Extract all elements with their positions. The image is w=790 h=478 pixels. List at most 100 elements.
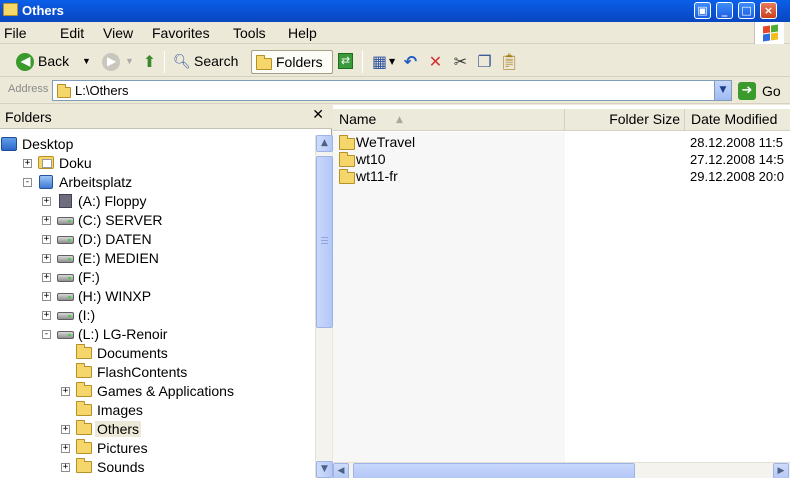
views-icon[interactable]: ▦ xyxy=(371,53,388,70)
address-label: Address xyxy=(8,83,49,95)
expand-icon[interactable]: + xyxy=(42,292,51,301)
tree-item[interactable]: + (I:) xyxy=(0,306,315,325)
menu-favorites[interactable]: Favorites xyxy=(152,25,210,41)
delete-icon[interactable]: ✕ xyxy=(427,53,444,70)
tree-item[interactable]: + Sounds xyxy=(0,458,315,477)
tree-item-label: Pictures xyxy=(97,440,148,456)
scroll-up-button[interactable]: ▲ xyxy=(316,135,333,152)
horizontal-scrollbar[interactable]: ◀ ▶ xyxy=(333,462,790,478)
tree-vertical-scrollbar[interactable]: ▲ ▼ xyxy=(315,135,333,478)
folder-icon xyxy=(76,401,93,417)
tree-item-label: (D:) DATEN xyxy=(78,231,152,247)
menu-edit[interactable]: Edit xyxy=(60,25,84,41)
file-name: wt10 xyxy=(356,151,386,167)
tree-item-label: (H:) WINXP xyxy=(78,288,152,304)
title-bar[interactable]: Others ▣ _ □ × xyxy=(0,0,790,22)
restore-icon[interactable]: ▣ xyxy=(694,2,711,19)
tree-item[interactable]: + Others xyxy=(0,420,315,439)
expand-icon[interactable]: + xyxy=(61,463,70,472)
tree-item[interactable]: Desktop xyxy=(0,135,315,154)
go-button[interactable]: ➜ Go xyxy=(738,81,788,101)
search-button[interactable]: 🔍︎ Search xyxy=(172,50,246,74)
up-folder-icon[interactable]: ⬆ xyxy=(141,53,158,70)
expand-icon[interactable]: + xyxy=(61,444,70,453)
file-date-modified: 27.12.2008 14:5 xyxy=(690,152,784,167)
back-dropdown-icon[interactable]: ▼ xyxy=(82,50,91,72)
folder-icon xyxy=(76,439,93,455)
tree-item-label: Documents xyxy=(97,345,168,361)
expand-icon[interactable]: + xyxy=(42,311,51,320)
file-row[interactable]: WeTravel 28.12.2008 11:5 xyxy=(333,134,790,151)
tree-item[interactable]: + Pictures xyxy=(0,439,315,458)
column-headers: Name ▲ Folder Size Date Modified xyxy=(333,109,790,131)
scrollbar-thumb[interactable] xyxy=(353,463,635,478)
undo-icon[interactable]: ↶ xyxy=(402,53,419,70)
folder-icon xyxy=(3,3,18,16)
forward-button[interactable]: ▶ ▼ xyxy=(100,50,134,74)
expand-icon[interactable]: + xyxy=(42,235,51,244)
minimize-button[interactable]: _ xyxy=(716,2,733,19)
tree-item[interactable]: + (F:) xyxy=(0,268,315,287)
file-name: wt11-fr xyxy=(356,168,398,184)
column-header-name[interactable]: Name xyxy=(333,109,565,131)
drive-icon xyxy=(57,327,74,341)
copy-icon[interactable]: ❐ xyxy=(476,53,493,70)
tree-item[interactable]: + (H:) WINXP xyxy=(0,287,315,306)
folder-icon xyxy=(339,152,355,167)
close-button[interactable]: × xyxy=(760,2,777,19)
tree-item[interactable]: + Games & Applications xyxy=(0,382,315,401)
tree-item[interactable]: FlashContents xyxy=(0,363,315,382)
sync-icon[interactable]: ⇄ xyxy=(338,53,353,69)
menu-tools[interactable]: Tools xyxy=(233,25,266,41)
file-row[interactable]: wt10 27.12.2008 14:5 xyxy=(333,151,790,168)
scroll-right-button[interactable]: ▶ xyxy=(773,463,789,478)
sort-ascending-icon: ▲ xyxy=(396,115,403,125)
maximize-button[interactable]: □ xyxy=(738,2,755,19)
menu-view[interactable]: View xyxy=(103,25,133,41)
tree-item[interactable]: Documents xyxy=(0,344,315,363)
scroll-down-button[interactable]: ▼ xyxy=(316,461,333,478)
tree-item[interactable]: Images xyxy=(0,401,315,420)
expand-icon[interactable]: + xyxy=(42,273,51,282)
column-header-date-modified[interactable]: Date Modified xyxy=(685,109,790,131)
expand-icon[interactable]: + xyxy=(61,425,70,434)
column-header-folder-size[interactable]: Folder Size xyxy=(565,109,685,131)
cut-icon[interactable]: ✂ xyxy=(452,53,469,70)
tree-item-label: (A:) Floppy xyxy=(78,193,147,209)
address-input[interactable]: L:\Others ▼ xyxy=(52,80,732,101)
menu-help[interactable]: Help xyxy=(288,25,317,41)
expand-icon[interactable]: + xyxy=(61,387,70,396)
tree-item[interactable]: + (E:) MEDIEN xyxy=(0,249,315,268)
tree-item-label: (F:) xyxy=(78,269,100,285)
views-dropdown-icon[interactable]: ▼ xyxy=(389,57,395,66)
folder-icon xyxy=(76,382,93,398)
menu-bar: File Edit View Favorites Tools Help xyxy=(0,22,790,44)
expand-icon[interactable]: + xyxy=(42,216,51,225)
back-button[interactable]: ◀ Back ▼ xyxy=(14,50,94,74)
file-row[interactable]: wt11-fr 29.12.2008 20:0 xyxy=(333,168,790,185)
collapse-icon[interactable]: - xyxy=(42,330,51,339)
scroll-left-button[interactable]: ◀ xyxy=(333,463,349,478)
tree-item[interactable]: + Doku xyxy=(0,154,315,173)
folder-icon xyxy=(339,135,355,150)
tree-item[interactable]: + (C:) SERVER xyxy=(0,211,315,230)
address-dropdown-icon[interactable]: ▼ xyxy=(714,81,731,100)
folders-button[interactable]: Folders xyxy=(251,50,333,74)
scrollbar-thumb[interactable] xyxy=(316,156,333,328)
file-list-pane: Name ▲ Folder Size Date Modified WeTrave… xyxy=(333,105,790,478)
collapse-icon[interactable]: - xyxy=(23,178,32,187)
tree-item[interactable]: + (D:) DATEN xyxy=(0,230,315,249)
menu-file[interactable]: File xyxy=(4,25,27,41)
expand-icon[interactable]: + xyxy=(23,159,32,168)
folder-icon xyxy=(76,420,93,436)
my-computer-icon xyxy=(38,175,55,189)
tree-item-label: FlashContents xyxy=(97,364,188,380)
expand-icon[interactable]: + xyxy=(42,254,51,263)
forward-dropdown-icon[interactable]: ▼ xyxy=(125,50,134,72)
paste-icon[interactable]: 📋︎ xyxy=(499,53,519,70)
tree-item[interactable]: - (L:) LG-Renoir xyxy=(0,325,315,344)
close-icon[interactable]: ✕ xyxy=(312,107,324,123)
tree-item[interactable]: - Arbeitsplatz xyxy=(0,173,315,192)
tree-item[interactable]: + (A:) Floppy xyxy=(0,192,315,211)
expand-icon[interactable]: + xyxy=(42,197,51,206)
